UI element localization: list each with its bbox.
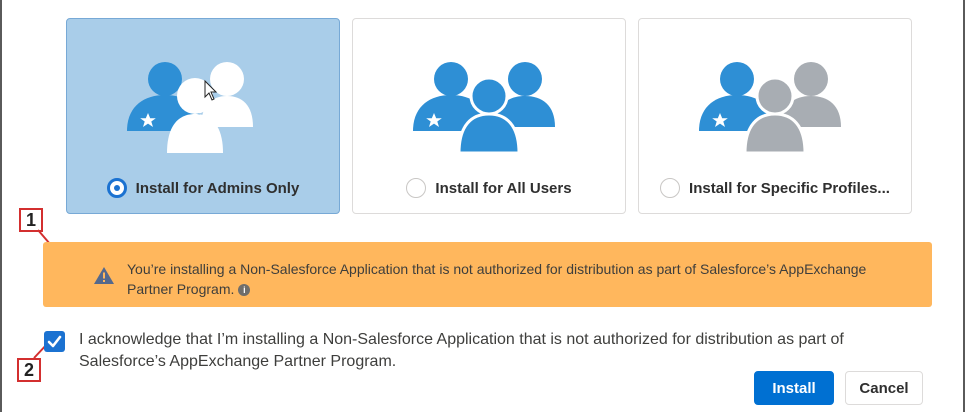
warning-icon [94, 267, 114, 284]
install-option-admins[interactable]: Install for Admins Only [67, 175, 339, 201]
install-option-specific-profiles-card[interactable]: Install for Specific Profiles... [638, 18, 912, 214]
info-icon[interactable]: i [238, 284, 251, 297]
users-icon [413, 62, 555, 153]
radio-all-users[interactable] [406, 178, 427, 198]
warning-banner: You’re installing a Non-Salesforce Appli… [43, 242, 932, 307]
install-option-label: Install for Specific Profiles... [689, 179, 890, 197]
acknowledge-label[interactable]: I acknowledge that I’m installing a Non-… [79, 329, 919, 373]
callout-2: 2 [17, 358, 41, 382]
install-button[interactable]: Install [754, 371, 834, 405]
frame-right-border [963, 0, 965, 412]
radio-specific-profiles[interactable] [660, 178, 681, 198]
install-option-admins-card[interactable]: Install for Admins Only [66, 18, 340, 214]
users-icon [127, 62, 253, 153]
checkmark-icon [47, 335, 62, 348]
install-option-specific-profiles[interactable]: Install for Specific Profiles... [639, 175, 911, 201]
install-option-label: Install for Admins Only [135, 179, 300, 197]
cancel-button[interactable]: Cancel [845, 371, 923, 405]
acknowledge-checkbox[interactable] [44, 331, 65, 352]
radio-admins-only[interactable] [106, 178, 127, 198]
install-option-all-users-card[interactable]: Install for All Users [352, 18, 626, 214]
users-icon [699, 62, 841, 153]
install-option-all-users[interactable]: Install for All Users [353, 175, 625, 201]
warning-message: You’re installing a Non-Salesforce Appli… [127, 259, 887, 299]
install-option-label: Install for All Users [435, 179, 572, 197]
frame-left-border [0, 0, 2, 412]
